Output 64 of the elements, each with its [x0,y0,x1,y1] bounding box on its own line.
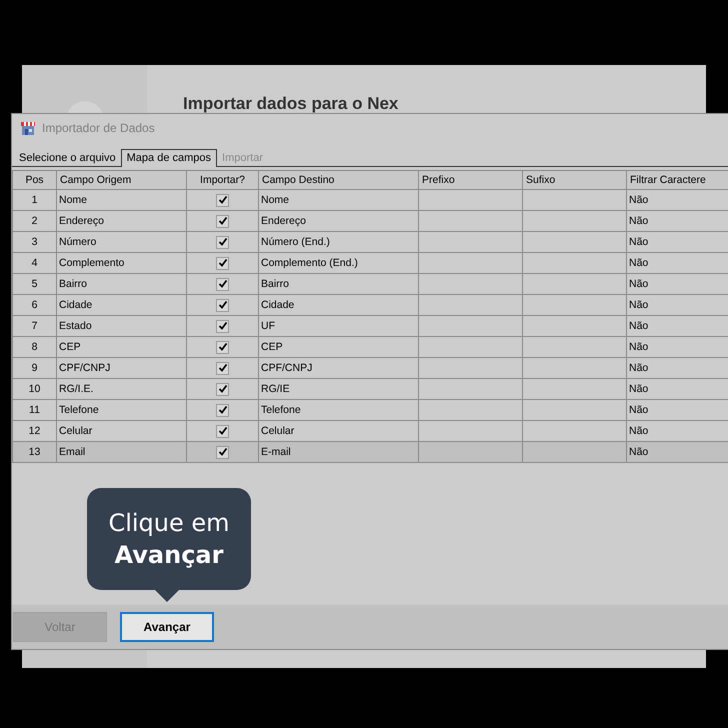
table-cell: RG/I.E. [56,378,186,400]
table-cell: Complemento (End.) [258,252,418,274]
checkbox[interactable] [216,362,229,374]
table-cell: Bairro [56,274,186,294]
table-cell: 11 [12,400,56,420]
table-cell: CEP [258,336,418,358]
table-cell: RG/IE [258,378,418,400]
table-cell: Telefone [56,400,186,420]
table-cell: Complemento [56,252,186,274]
table-cell: E-mail [258,442,418,462]
page-title: Importar dados para o Nex [183,95,400,113]
table-cell: Bairro [258,274,418,294]
table-cell: CPF/CNPJ [56,358,186,378]
table-cell: Endereço [258,210,418,232]
table-cell: Estado [56,316,186,336]
table-cell: CEP [56,336,186,358]
column-header[interactable]: Prefixo [418,171,522,190]
checkbox[interactable] [216,298,229,312]
checkbox[interactable] [216,278,229,290]
checkbox[interactable] [216,194,229,206]
tab[interactable]: Selecione o arquivo [14,150,121,166]
checkbox[interactable] [216,382,229,396]
table-cell: Número (End.) [258,232,418,252]
table-cell: 8 [12,336,56,358]
store-icon [20,120,36,136]
table-cell: 7 [12,316,56,336]
column-header[interactable]: Sufixo [522,171,626,190]
table-cell: 6 [12,294,56,316]
table-cell: Não [626,442,728,462]
checkbox[interactable] [216,446,229,458]
checkbox[interactable] [216,236,229,248]
table-cell: Telefone [258,400,418,420]
column-header[interactable]: Pos [12,171,56,190]
tooltip-text: Clique em Avançar [107,508,231,571]
table-cell: Número [56,232,186,252]
table-cell: Endereço [56,210,186,232]
table-cell: 4 [12,252,56,274]
nav-button[interactable]: Avançar [120,612,214,642]
checkbox[interactable] [216,320,229,332]
table-cell: 9 [12,358,56,378]
table-cell: Cidade [258,294,418,316]
column-header[interactable]: Campo Destino [258,171,418,190]
checkbox[interactable] [216,340,229,354]
checkbox[interactable] [216,214,229,228]
checkbox[interactable] [216,404,229,416]
table-cell: Email [56,442,186,462]
checkbox[interactable] [216,424,229,438]
column-header[interactable]: Importar? [186,171,258,190]
table-cell: Nome [258,190,418,210]
table-cell: UF [258,316,418,336]
table-cell: 10 [12,378,56,400]
table-cell: 13 [12,442,56,462]
table-cell: 3 [12,232,56,252]
table-cell: Cidade [56,294,186,316]
column-header[interactable]: Filtrar Caractere [626,171,728,190]
window-title: Importador de Dados [42,121,155,135]
table-cell: 5 [12,274,56,294]
table-cell: 1 [12,190,56,210]
tab[interactable]: Mapa de campos [120,149,218,167]
table-cell: 2 [12,210,56,232]
table-cell: CPF/CNPJ [258,358,418,378]
table-cell: Nome [56,190,186,210]
column-header[interactable]: Campo Origem [56,171,186,190]
checkbox[interactable] [216,256,229,270]
